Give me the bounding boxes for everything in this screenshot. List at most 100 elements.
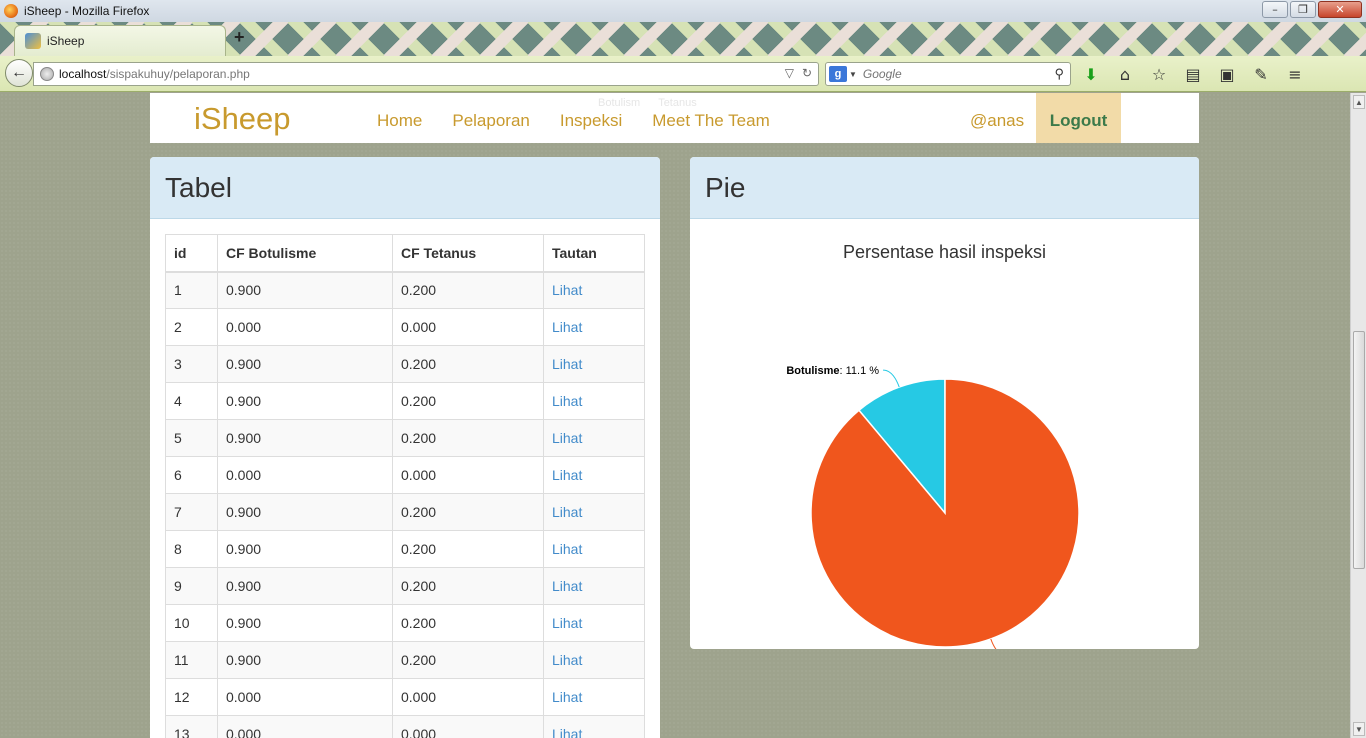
download-icon[interactable]: ⬇ [1080, 64, 1102, 84]
lihat-link[interactable]: Lihat [552, 393, 582, 409]
cf-botulisme-cell: 0.000 [217, 678, 393, 716]
id-cell: 7 [165, 493, 218, 531]
lihat-link[interactable]: Lihat [552, 356, 582, 372]
url-text[interactable]: localhost/sispakuhuy/pelaporan.php [59, 67, 250, 81]
minimize-button[interactable]: – [1262, 1, 1288, 18]
search-icon[interactable]: ⚲ [1054, 66, 1064, 82]
new-tab-button[interactable]: + [234, 27, 245, 48]
cf-botulisme-cell: 0.000 [217, 308, 393, 346]
link-cell: Lihat [543, 308, 645, 346]
cf-tetanus-cell: 0.200 [392, 345, 544, 383]
table-row: 12 0.000 0.000 Lihat [165, 678, 645, 716]
pie-label-connector [883, 369, 900, 388]
google-engine-icon[interactable]: g [829, 66, 847, 82]
tab-label: iSheep [47, 34, 85, 48]
search-input[interactable] [862, 67, 1043, 81]
lihat-link[interactable]: Lihat [552, 689, 582, 705]
home-icon[interactable]: ⌂ [1114, 64, 1136, 84]
lihat-link[interactable]: Lihat [552, 652, 582, 668]
cf-botulisme-cell: 0.000 [217, 715, 393, 738]
cf-tetanus-cell: 0.200 [392, 567, 544, 605]
dropdown-arrow-icon[interactable]: ▽ [785, 66, 794, 80]
page-viewport: iSheep Botulism Tetanus Home Pelaporan I… [0, 93, 1350, 738]
lihat-link[interactable]: Lihat [552, 541, 582, 557]
id-cell: 9 [165, 567, 218, 605]
cf-tetanus-cell: 0.200 [392, 530, 544, 568]
scrollbar-thumb[interactable] [1353, 331, 1365, 569]
lihat-link[interactable]: Lihat [552, 319, 582, 335]
link-cell: Lihat [543, 493, 645, 531]
tools-icon[interactable]: ✎ [1250, 64, 1272, 84]
menu-icon[interactable]: ≡ [1284, 64, 1306, 84]
lihat-link[interactable]: Lihat [552, 726, 582, 738]
url-bar[interactable]: localhost/sispakuhuy/pelaporan.php ▽ ↻ [33, 62, 819, 86]
id-cell: 3 [165, 345, 218, 383]
pie-data-label: Botulisme: 11.1 % [786, 365, 879, 377]
lihat-link[interactable]: Lihat [552, 504, 582, 520]
cf-botulisme-cell: 0.900 [217, 493, 393, 531]
window-controls: – ❐ ✕ [1262, 1, 1362, 18]
nav-meet-the-team[interactable]: Meet The Team [637, 93, 785, 143]
tab-strip: iSheep + [0, 22, 1366, 56]
engine-dropdown-icon[interactable]: ▼ [849, 70, 857, 79]
lihat-link[interactable]: Lihat [552, 282, 582, 298]
back-arrow-icon: ← [11, 64, 27, 81]
url-path: /sispakuhuy/pelaporan.php [106, 67, 250, 81]
table-row: 6 0.000 0.000 Lihat [165, 456, 645, 494]
table-row: 5 0.900 0.200 Lihat [165, 419, 645, 457]
cf-tetanus-cell: 0.200 [392, 604, 544, 642]
table-row: 11 0.900 0.200 Lihat [165, 641, 645, 679]
pie-panel-title: Pie [690, 157, 1199, 219]
link-cell: Lihat [543, 604, 645, 642]
link-cell: Lihat [543, 678, 645, 716]
id-cell: 10 [165, 604, 218, 642]
cf-botulisme-cell: 0.900 [217, 345, 393, 383]
site-brand[interactable]: iSheep [194, 101, 291, 137]
nav-inspeksi[interactable]: Inspeksi [545, 93, 637, 143]
close-window-button[interactable]: ✕ [1318, 1, 1362, 18]
lihat-link[interactable]: Lihat [552, 615, 582, 631]
screenshot-icon[interactable]: ▣ [1216, 64, 1238, 84]
table-row: 10 0.900 0.200 Lihat [165, 604, 645, 642]
back-button[interactable]: ← [5, 59, 33, 87]
firefox-icon [4, 4, 18, 18]
browser-tab[interactable]: iSheep [14, 25, 226, 56]
nav-links: Home Pelaporan Inspeksi Meet The Team [362, 93, 785, 143]
reload-icon[interactable]: ↻ [802, 66, 812, 80]
globe-icon [40, 67, 54, 81]
lihat-link[interactable]: Lihat [552, 430, 582, 446]
table-row: 3 0.900 0.200 Lihat [165, 345, 645, 383]
window-title: iSheep - Mozilla Firefox [24, 4, 150, 18]
id-cell: 1 [165, 271, 218, 309]
bookmark-star-icon[interactable]: ☆ [1148, 64, 1170, 84]
page-scrollbar[interactable]: ▲ ▼ [1350, 93, 1366, 738]
nav-pelaporan[interactable]: Pelaporan [437, 93, 545, 143]
logout-button[interactable]: Logout [1036, 93, 1121, 143]
table-row: 13 0.000 0.000 Lihat [165, 715, 645, 738]
lihat-link[interactable]: Lihat [552, 578, 582, 594]
nav-home[interactable]: Home [362, 93, 437, 143]
pie-slice-tetanus[interactable] [810, 378, 1080, 648]
scroll-down-icon[interactable]: ▼ [1353, 722, 1365, 736]
link-cell: Lihat [543, 382, 645, 420]
pie-label-value: : 11.1 % [840, 365, 880, 377]
column-header: CF Tetanus [392, 234, 544, 273]
search-bar[interactable]: g ▼ ⚲ [825, 62, 1071, 86]
maximize-button[interactable]: ❐ [1290, 1, 1316, 18]
column-header: id [165, 234, 218, 273]
cf-tetanus-cell: 0.200 [392, 271, 544, 309]
cf-botulisme-cell: 0.900 [217, 604, 393, 642]
lihat-link[interactable]: Lihat [552, 467, 582, 483]
table-row: 8 0.900 0.200 Lihat [165, 530, 645, 568]
url-host: localhost [59, 67, 107, 81]
user-link[interactable]: @anas [970, 93, 1024, 149]
table-row: 9 0.900 0.200 Lihat [165, 567, 645, 605]
cf-tetanus-cell: 0.000 [392, 715, 544, 738]
cf-tetanus-cell: 0.000 [392, 308, 544, 346]
cf-botulisme-cell: 0.900 [217, 641, 393, 679]
scroll-up-icon[interactable]: ▲ [1353, 95, 1365, 109]
bookmarks-menu-icon[interactable]: ▤ [1182, 64, 1204, 84]
browser-toolbar: ← localhost/sispakuhuy/pelaporan.php ▽ ↻… [0, 56, 1366, 92]
column-header: Tautan [543, 234, 645, 273]
id-cell: 4 [165, 382, 218, 420]
